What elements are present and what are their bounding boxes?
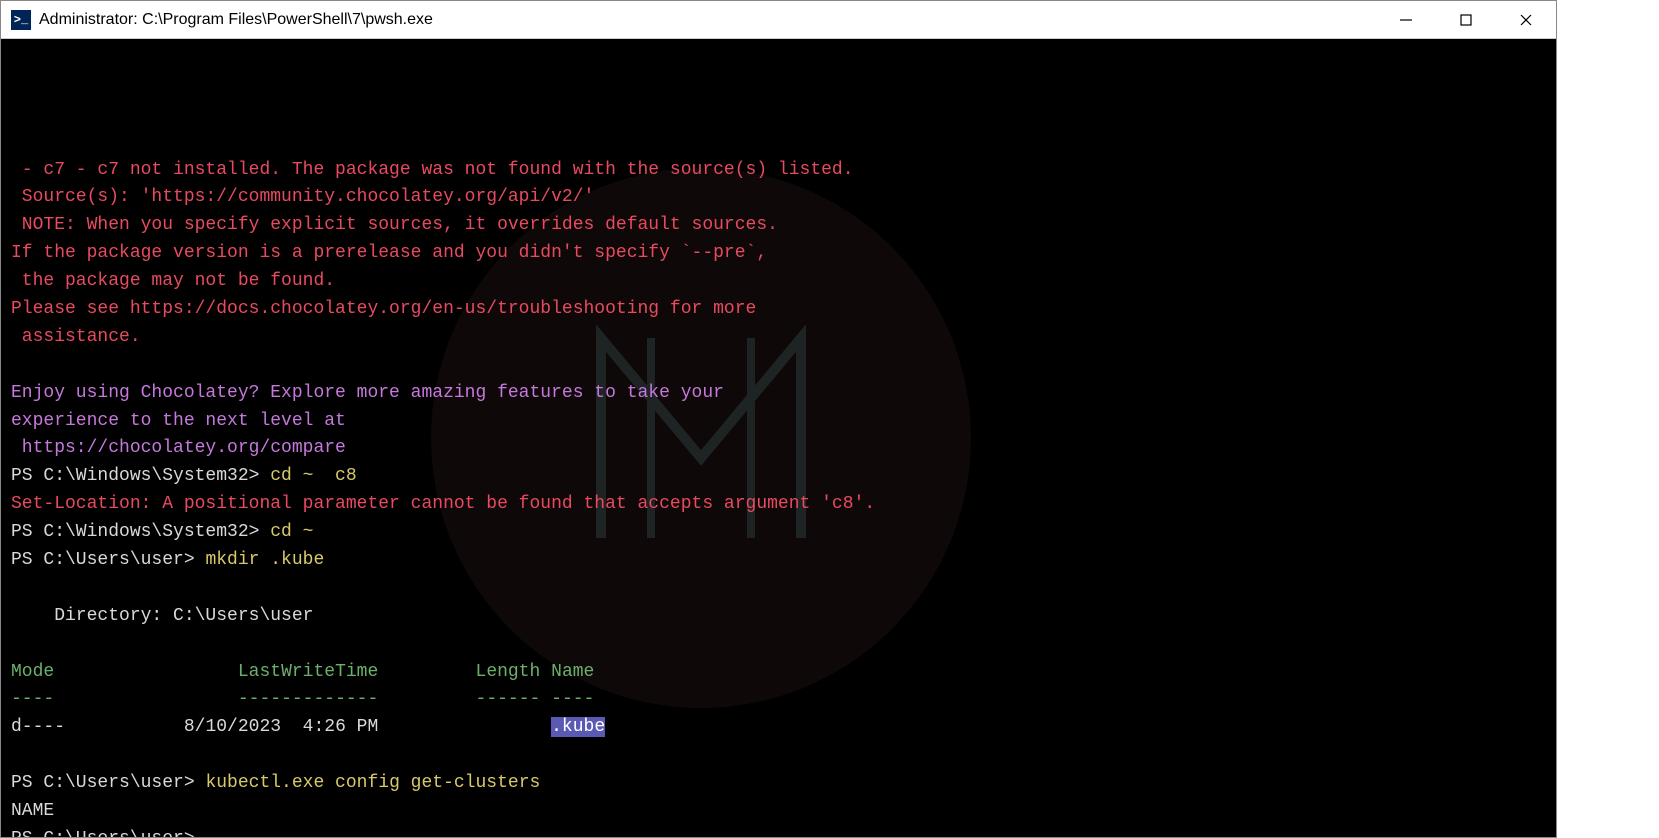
table-cell: 4:26 PM (303, 717, 379, 737)
terminal-output: - c7 - c7 not installed. The package was… (11, 129, 1546, 837)
prompt: PS C:\Windows\System32> (11, 522, 270, 542)
error-line: NOTE: When you specify explicit sources,… (11, 215, 778, 235)
info-line: experience to the next level at (11, 411, 346, 431)
terminal-window: >_ Administrator: C:\Program Files\Power… (0, 0, 1557, 838)
error-line: Source(s): 'https://community.chocolatey… (11, 187, 594, 207)
output-line: NAME (11, 801, 54, 821)
close-button[interactable] (1496, 1, 1556, 38)
table-header: Mode (11, 662, 54, 682)
window-controls (1376, 1, 1556, 38)
folder-name: .kube (551, 717, 605, 737)
table-header: Length (476, 662, 541, 682)
command: cd ~ (270, 522, 313, 542)
info-line: https://chocolatey.org/compare (11, 438, 346, 458)
info-line: Enjoy using Chocolatey? Explore more ama… (11, 383, 724, 403)
minimize-button[interactable] (1376, 1, 1436, 38)
titlebar[interactable]: >_ Administrator: C:\Program Files\Power… (1, 1, 1556, 39)
prompt: PS C:\Users\user> (11, 829, 205, 837)
directory-line: Directory: C:\Users\user (11, 606, 313, 626)
error-line: assistance. (11, 327, 141, 347)
table-sep: ---- (551, 689, 594, 709)
table-sep: ------ (476, 689, 541, 709)
table-header: LastWriteTime (238, 662, 378, 682)
powershell-icon: >_ (11, 10, 31, 30)
prompt: PS C:\Windows\System32> (11, 466, 270, 486)
table-cell: d---- (11, 717, 65, 737)
error-line: Please see https://docs.chocolatey.org/e… (11, 299, 756, 319)
command: kubectl.exe config get-clusters (205, 773, 540, 793)
table-sep: ------------- (238, 689, 378, 709)
error-line: the package may not be found. (11, 271, 335, 291)
prompt: PS C:\Users\user> (11, 550, 205, 570)
table-sep: ---- (11, 689, 54, 709)
error-line: - c7 - c7 not installed. The package was… (11, 160, 854, 180)
table-header: Name (551, 662, 594, 682)
window-title: Administrator: C:\Program Files\PowerShe… (39, 11, 1376, 29)
error-line: Set-Location: A positional parameter can… (11, 494, 875, 514)
terminal-body[interactable]: - c7 - c7 not installed. The package was… (1, 39, 1556, 837)
command: cd ~ c8 (270, 466, 356, 486)
command: mkdir .kube (205, 550, 324, 570)
error-line: If the package version is a prerelease a… (11, 243, 767, 263)
prompt: PS C:\Users\user> (11, 773, 205, 793)
maximize-button[interactable] (1436, 1, 1496, 38)
table-cell: 8/10/2023 (184, 717, 281, 737)
